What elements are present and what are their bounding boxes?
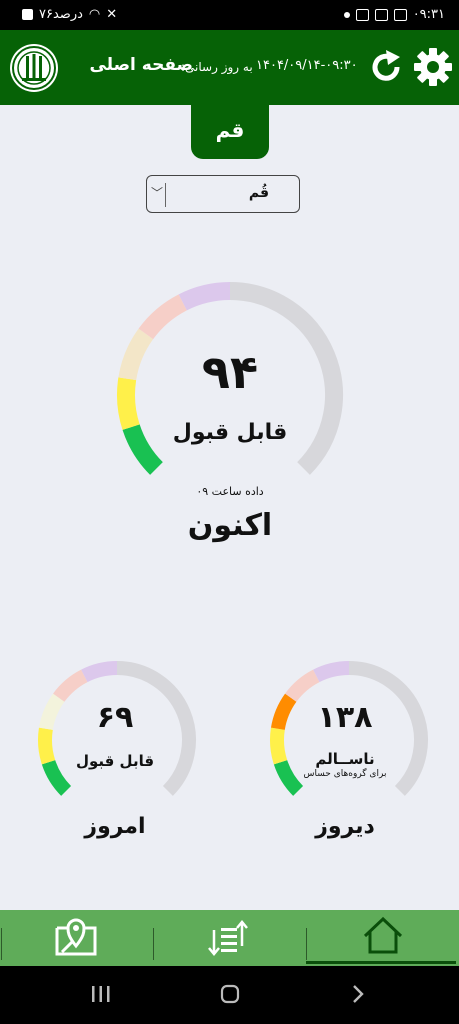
home-button-icon[interactable] [219, 983, 241, 1005]
gauge-segment [53, 669, 88, 703]
nav-divider [153, 928, 154, 960]
gear-icon[interactable] [413, 47, 453, 87]
gauge-today-status: قابل قبول [75, 752, 155, 770]
gauge-today-value: ۶۹ [96, 700, 134, 735]
city-dropdown[interactable]: قُم ﹀ [146, 175, 300, 213]
back-icon[interactable] [350, 983, 366, 1005]
refresh-icon[interactable] [370, 48, 404, 86]
battery-percent: ۷۶درصد [39, 7, 83, 22]
status-bar: ۷۶درصد ◠ ✕ ۰۹:۳۱ [0, 0, 459, 30]
nav-divider [1, 928, 2, 960]
city-dropdown-value: قُم [248, 185, 269, 201]
gauge-segment [118, 328, 154, 381]
gauge-yesterday-period: دیروز [315, 814, 375, 839]
home-icon[interactable] [362, 916, 404, 956]
recent-apps-icon[interactable] [90, 984, 112, 1004]
gauge-segment [285, 669, 320, 703]
battery-icon [22, 9, 33, 20]
photo-icon [374, 8, 388, 21]
gauge-now-period: اکنون [187, 508, 273, 543]
gauge-segment [38, 727, 56, 765]
gauge-now-value: ۹۴ [201, 345, 259, 399]
city-tab: قم [191, 105, 269, 159]
update-time: ۱۴۰۴/۰۹/۱۴-۰۹:۳۰ [256, 58, 358, 73]
bottom-nav [0, 910, 459, 966]
gauge-now-data-hour: داده ساعت ۰۹ [196, 485, 264, 498]
image-icon [393, 8, 407, 21]
gauge-segment [81, 661, 118, 683]
mute-icon: ✕ [106, 7, 118, 22]
page-title: صفحه اصلی [89, 55, 193, 75]
sort-list-icon[interactable] [206, 918, 250, 958]
gauge-now-status: قابل قبول [172, 420, 288, 445]
notification-icon [355, 8, 369, 21]
gauge-segment [313, 661, 350, 683]
map-pin-icon[interactable] [54, 916, 98, 958]
agency-logo-icon[interactable] [10, 44, 58, 92]
gauge-yesterday-value: ۱۳۸ [317, 700, 373, 735]
gauge-segment [270, 727, 288, 765]
home-tab-indicator [306, 961, 456, 964]
notification-dot-icon [343, 11, 350, 18]
gauge-segment [178, 282, 231, 311]
clock: ۰۹:۳۱ [412, 7, 445, 22]
wifi-icon: ◠ [88, 7, 101, 22]
gauge-segment [117, 377, 140, 430]
chevron-down-icon: ﹀ [151, 186, 164, 200]
gauge-yesterday-status: ناســالم [315, 750, 375, 768]
update-label: به روز رسانی: [181, 60, 253, 74]
gauge-yesterday-sub-status: برای گروه‌های حساس [303, 769, 387, 779]
nav-divider [306, 928, 307, 960]
gauge-segment [138, 294, 188, 340]
dropdown-divider [165, 183, 166, 207]
system-nav-bar [0, 966, 459, 1024]
gauge-today-period: امروز [84, 814, 146, 839]
